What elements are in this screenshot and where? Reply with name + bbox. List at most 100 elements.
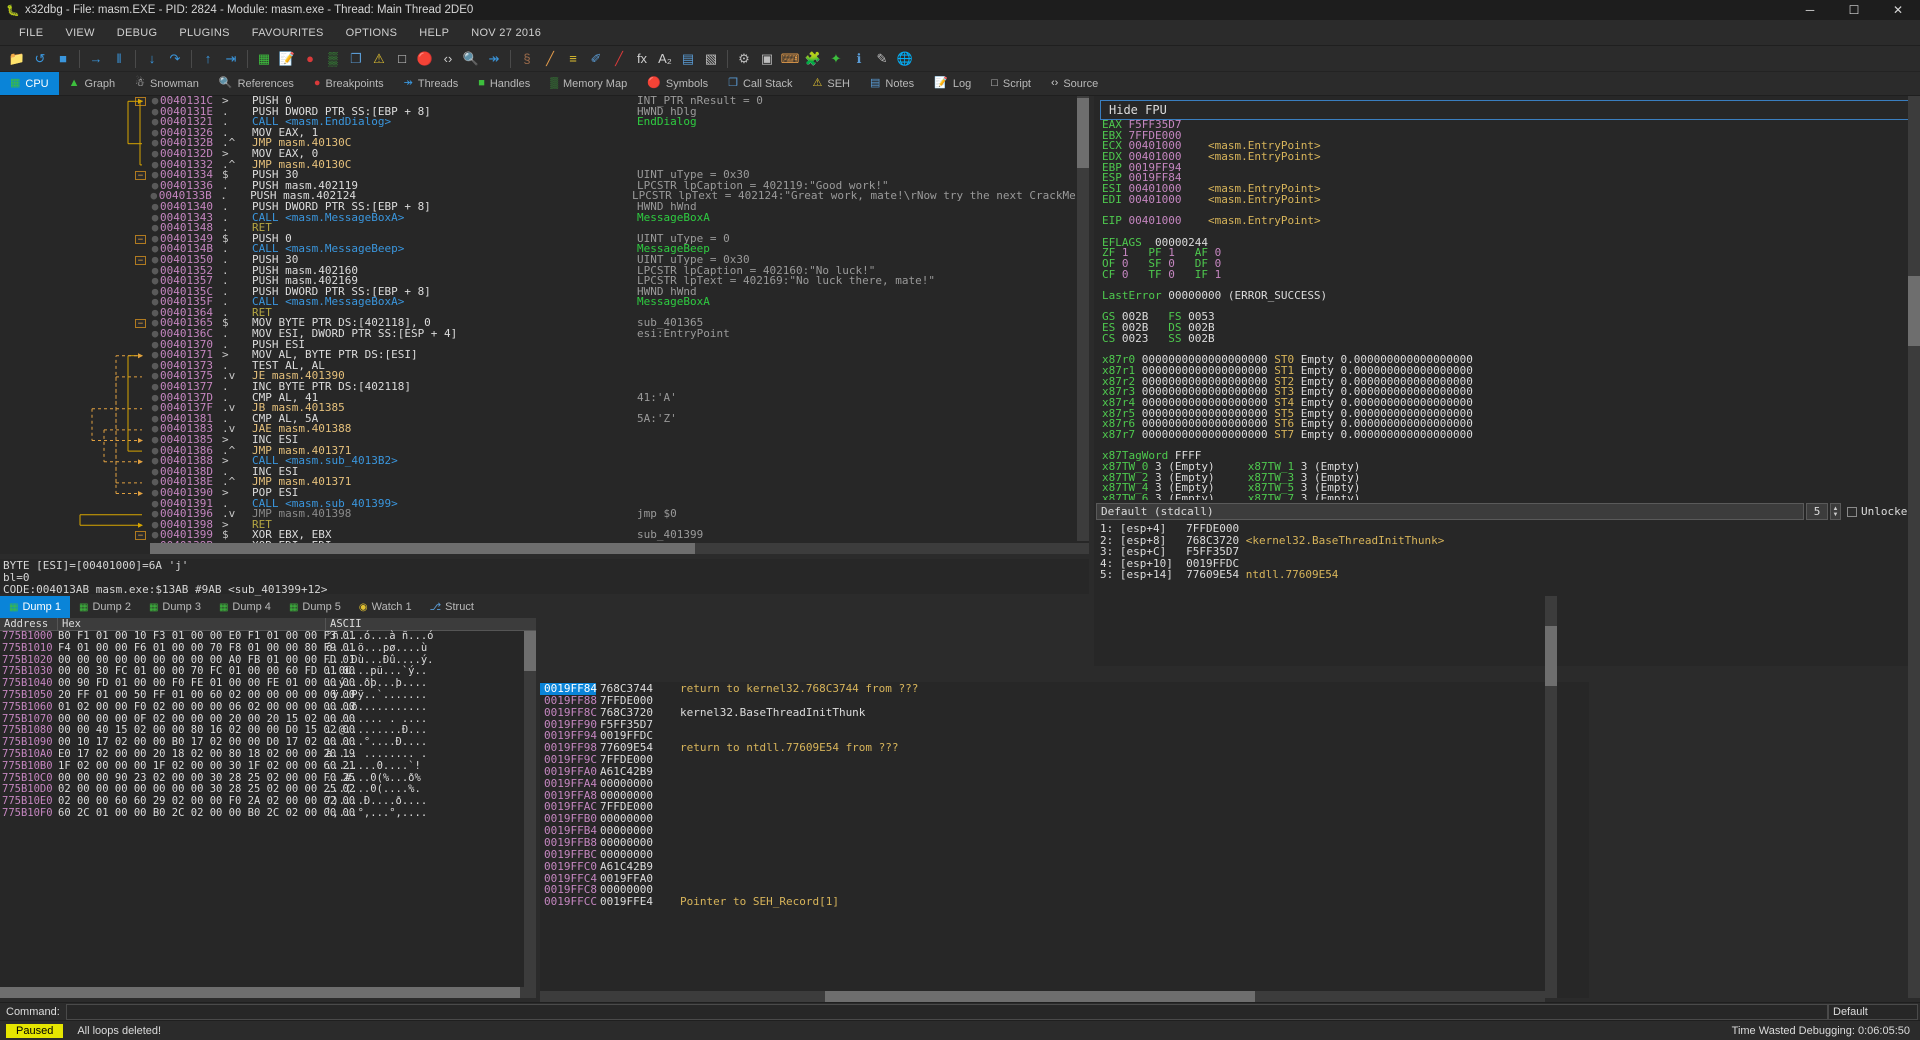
stack-panel[interactable]: 0019FF84768C3744return to kernel32.768C3…	[540, 682, 1589, 998]
argument-rows[interactable]: 1: [esp+4] 7FFDE000 2: [esp+8] 768C3720 …	[1094, 520, 1920, 581]
stack-row[interactable]: 0019FF90F5FF35D7	[540, 719, 1589, 731]
register-row[interactable]	[1102, 441, 1920, 452]
stack-row[interactable]: 0019FFB400000000	[540, 825, 1589, 837]
tab-snowman[interactable]: ☃Snowman	[125, 72, 209, 95]
preferences-icon[interactable]: ⚙	[733, 48, 755, 70]
menu-item-nov-27-2016[interactable]: NOV 27 2016	[460, 23, 552, 43]
register-row[interactable]: EBP 0019FF94	[1102, 163, 1920, 174]
fold-collapse-box[interactable]: −	[135, 235, 146, 244]
tab-script[interactable]: □Script	[981, 72, 1041, 95]
fold-collapse-box[interactable]: −	[135, 97, 146, 106]
close-icon[interactable]: ■	[52, 48, 74, 70]
stack-vscrollbar[interactable]	[1545, 596, 1557, 998]
tab-graph[interactable]: ▲Graph	[59, 72, 125, 95]
dump-tab-dump-5[interactable]: ▦Dump 5	[280, 596, 350, 618]
dump-col-address[interactable]: Address	[0, 618, 58, 631]
donate-icon[interactable]: ✦	[825, 48, 847, 70]
register-rows[interactable]: EAX F5FF35D7 EBX 7FFDE000 ECX 00401000 <…	[1094, 120, 1920, 500]
command-input[interactable]	[66, 1004, 1828, 1020]
register-row[interactable]: EDX 00401000 <masm.EntryPoint>	[1102, 152, 1920, 163]
references-icon[interactable]: 🔍	[460, 48, 482, 70]
maximize-button[interactable]: ☐	[1832, 0, 1876, 20]
stack-row[interactable]: 0019FFA800000000	[540, 790, 1589, 802]
dump-col-hex[interactable]: Hex	[58, 618, 326, 631]
bookmark-icon[interactable]: ✐	[585, 48, 607, 70]
stack-row[interactable]: 0019FFA400000000	[540, 778, 1589, 790]
dump-tab-struct[interactable]: ⎇Struct	[421, 596, 483, 618]
dump-row[interactable]: 775B10F060 2C 01 00 00 B0 2C 02 00 00 B0…	[0, 808, 536, 820]
dump-vscrollbar[interactable]	[524, 631, 536, 987]
right-outer-vscrollbar[interactable]	[1908, 96, 1920, 998]
stack-row[interactable]: 0019FFC40019FFA0	[540, 873, 1589, 885]
appearance-icon[interactable]: ▣	[756, 48, 778, 70]
threads-icon[interactable]: ↠	[483, 48, 505, 70]
symbols-icon[interactable]: 🔴	[414, 48, 436, 70]
fold-column[interactable]: −	[0, 255, 150, 266]
menu-item-debug[interactable]: DEBUG	[106, 23, 169, 43]
comment-icon[interactable]: ╱	[539, 48, 561, 70]
run-to-user-code-icon[interactable]: ⇥	[220, 48, 242, 70]
dump-tab-dump-1[interactable]: ▦Dump 1	[0, 596, 70, 618]
fold-collapse-box[interactable]: −	[135, 256, 146, 265]
stack-row[interactable]: 0019FF8C768C3720kernel32.BaseThreadInitT…	[540, 707, 1589, 719]
dump-row[interactable]: 775B106001 02 00 00 F0 02 00 00 00 06 02…	[0, 702, 536, 714]
tab-cpu[interactable]: ▦CPU	[0, 72, 59, 95]
lasterror-row[interactable]: LastError 00000000 (ERROR_SUCCESS)	[1102, 291, 1920, 302]
blog-icon[interactable]: ✎	[871, 48, 893, 70]
attach-icon[interactable]: ▤	[677, 48, 699, 70]
menu-item-plugins[interactable]: PLUGINS	[168, 23, 240, 43]
seh-icon[interactable]: ⚠	[368, 48, 390, 70]
stack-row[interactable]: 0019FFC0A61C42B9	[540, 861, 1589, 873]
about-icon[interactable]: ℹ	[848, 48, 870, 70]
dump-tab-dump-3[interactable]: ▦Dump 3	[140, 596, 210, 618]
menu-item-favourites[interactable]: FAVOURITES	[241, 23, 335, 43]
stack-row[interactable]: 0019FFAC7FFDE000	[540, 801, 1589, 813]
globe-icon[interactable]: 🌐	[894, 48, 916, 70]
menu-item-file[interactable]: FILE	[8, 23, 54, 43]
tab-call-stack[interactable]: ❐Call Stack	[718, 72, 802, 95]
segment-row[interactable]: CS 0023 SS 002B	[1102, 334, 1920, 345]
cpu-chip-icon[interactable]: ▦	[253, 48, 275, 70]
fold-column[interactable]: −	[0, 170, 150, 181]
stack-row[interactable]: 0019FFCC0019FFE4Pointer to SEH_Record[1]	[540, 896, 1589, 908]
analyse-icon[interactable]: A₂	[654, 48, 676, 70]
register-row[interactable]: EIP 00401000 <masm.EntryPoint>	[1102, 216, 1920, 227]
dump-rows[interactable]: 775B1000B0 F1 01 00 10 F3 01 00 00 E0 F1…	[0, 631, 536, 820]
plugins-icon[interactable]: 🧩	[802, 48, 824, 70]
menu-item-view[interactable]: VIEW	[54, 23, 105, 43]
hotkeys-icon[interactable]: ⌨	[779, 48, 801, 70]
stack-hscrollbar[interactable]	[540, 991, 1545, 1002]
breakpoint-icon[interactable]: ●	[299, 48, 321, 70]
dump-tab-dump-2[interactable]: ▦Dump 2	[70, 596, 140, 618]
disassembly-panel[interactable]: −●0040131C> PUSH 0INT_PTR nResult = 0●00…	[0, 96, 1089, 554]
menu-item-options[interactable]: OPTIONS	[335, 23, 409, 43]
x87-row[interactable]: x87r7 0000000000000000000 ST7 Empty 0.00…	[1102, 430, 1920, 441]
run-icon[interactable]: →	[85, 48, 107, 70]
argument-row[interactable]: 5: [esp+14] 77609E54 ntdll.77609E54	[1100, 569, 1920, 581]
fold-collapse-box[interactable]: −	[135, 319, 146, 328]
dump-row[interactable]: 775B105020 FF 01 00 50 FF 01 00 60 02 00…	[0, 690, 536, 702]
step-out-icon[interactable]: ↑	[197, 48, 219, 70]
function-icon[interactable]: ╱	[608, 48, 630, 70]
dump-row[interactable]: 775B1010F4 01 00 00 F6 01 00 00 70 F8 01…	[0, 643, 536, 655]
tab-references[interactable]: 🔍References	[209, 72, 304, 95]
flags-row[interactable]: CF 0 TF 0 IF 1	[1102, 270, 1920, 281]
tab-breakpoints[interactable]: ●Breakpoints	[304, 72, 394, 95]
tab-seh[interactable]: ⚠SEH	[803, 72, 861, 95]
tab-threads[interactable]: ↠Threads	[394, 72, 469, 95]
fold-column[interactable]: −	[0, 234, 150, 245]
stack-rows[interactable]: 0019FF84768C3744return to kernel32.768C3…	[540, 682, 1589, 908]
tab-handles[interactable]: ■Handles	[468, 72, 540, 95]
pause-icon[interactable]: ‖	[108, 48, 130, 70]
open-file-icon[interactable]: 📁	[6, 48, 28, 70]
register-row[interactable]: EAX F5FF35D7	[1102, 120, 1920, 131]
label-icon[interactable]: ≡	[562, 48, 584, 70]
patches-icon[interactable]: §	[516, 48, 538, 70]
arg-count-field[interactable]: 5	[1806, 503, 1828, 520]
stack-row[interactable]: 0019FF9C7FFDE000	[540, 754, 1589, 766]
memory-map-icon[interactable]: ▒	[322, 48, 344, 70]
stack-row[interactable]: 0019FFBC00000000	[540, 849, 1589, 861]
dump-col-ascii[interactable]: ASCII	[326, 618, 526, 631]
dump-tab-watch-1[interactable]: ◉Watch 1	[350, 596, 421, 618]
stack-row[interactable]: 0019FFA0A61C42B9	[540, 766, 1589, 778]
